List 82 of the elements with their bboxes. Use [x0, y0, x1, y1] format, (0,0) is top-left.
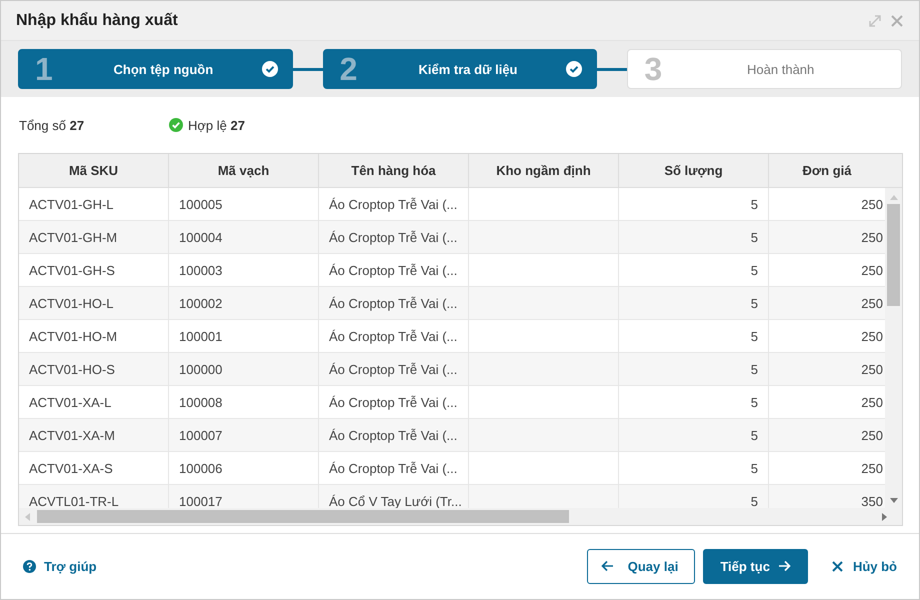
table-cell: ACTV01-XA-M	[19, 419, 169, 451]
table-cell: Áo Croptop Trễ Vai (...	[319, 386, 469, 418]
scroll-right-icon[interactable]	[882, 512, 888, 520]
table-cell: Áo Croptop Trễ Vai (...	[319, 353, 469, 385]
column-header[interactable]: Số lượng	[619, 154, 769, 187]
scroll-down-icon[interactable]	[890, 498, 898, 504]
table-cell-text: 250	[860, 394, 884, 412]
column-header[interactable]: Mã vạch	[169, 154, 319, 187]
table-cell: 100001	[169, 320, 319, 352]
back-button[interactable]: Quay lại	[586, 548, 696, 584]
table-cell: 5	[619, 353, 769, 385]
table-cell: ACTV01-HO-L	[19, 287, 169, 319]
table-cell: 100008	[169, 386, 319, 418]
table-cell: ACTV01-GH-M	[19, 221, 169, 253]
close-icon[interactable]	[891, 14, 903, 26]
table-cell: 100004	[169, 221, 319, 253]
step-number: 3	[644, 50, 664, 88]
table-cell: 5	[619, 287, 769, 319]
table-cell: 5	[619, 386, 769, 418]
table-cell: 100006	[169, 452, 319, 484]
check-icon	[566, 61, 582, 77]
scroll-left-icon[interactable]	[24, 512, 30, 520]
table-cell: Áo Croptop Trễ Vai (...	[319, 188, 469, 220]
table-cell: Áo Croptop Trễ Vai (...	[319, 254, 469, 286]
table-cell: Áo Croptop Trễ Vai (...	[319, 419, 469, 451]
table-cell: 5	[619, 452, 769, 484]
check-icon	[262, 61, 278, 77]
help-icon	[23, 560, 36, 572]
table-cell-text: 250	[860, 294, 884, 312]
table-cell-text: 250	[860, 360, 884, 378]
table-cell: ACTV01-HO-M	[19, 320, 169, 352]
horizontal-scrollbar[interactable]	[19, 508, 902, 525]
scroll-thumb[interactable]	[37, 510, 569, 523]
table-cell: 5	[619, 188, 769, 220]
cancel-button[interactable]: Hủy bỏ	[816, 548, 901, 584]
table-cell: 100007	[169, 419, 319, 451]
window-title: Nhập khẩu hàng xuất	[16, 12, 178, 30]
table-cell-text: 250	[860, 228, 884, 246]
arrow-left-icon	[600, 560, 614, 572]
table-cell: ACTV01-GH-L	[19, 188, 169, 220]
table-cell: Áo Croptop Trễ Vai (...	[319, 320, 469, 352]
valid-count: Hợp lệ 27	[188, 118, 245, 132]
table-cell: ACTV01-XA-L	[19, 386, 169, 418]
column-header[interactable]: Tên hàng hóa	[319, 154, 469, 187]
next-button[interactable]: Tiếp tục	[703, 548, 808, 584]
table-cell: ACTV01-HO-S	[19, 353, 169, 385]
table-cell: 100000	[169, 353, 319, 385]
table-cell-text: 250	[860, 196, 884, 214]
table-cell-text: 250	[860, 460, 884, 478]
table-cell: ACTV01-GH-S	[19, 254, 169, 286]
table-cell: 100005	[169, 188, 319, 220]
check-icon	[169, 118, 183, 132]
table-cell-text: 250	[860, 328, 884, 346]
scroll-up-icon[interactable]	[890, 194, 898, 200]
table-cell-text: 350	[860, 492, 884, 508]
step-number: 1	[35, 50, 54, 88]
step-label: Chọn tệp nguồn	[112, 62, 214, 76]
table-cell: 100002	[169, 287, 319, 319]
total-count: Tổng số 27	[19, 118, 86, 132]
step-label: Kiểm tra dữ liệu	[418, 62, 518, 76]
scroll-thumb[interactable]	[887, 204, 900, 306]
table-cell-text: 250	[860, 262, 884, 280]
table-cell: 100003	[169, 254, 319, 286]
table-cell: Áo Croptop Trễ Vai (...	[319, 452, 469, 484]
table-cell: Áo Croptop Trễ Vai (...	[319, 221, 469, 253]
table-cell: 5	[619, 419, 769, 451]
table-cell: 5	[619, 221, 769, 253]
arrow-right-icon	[778, 560, 791, 572]
step-label: Hoàn thành	[746, 62, 816, 76]
expand-icon[interactable]	[869, 14, 881, 26]
step-number: 2	[340, 50, 358, 88]
table-cell: 5	[619, 320, 769, 352]
help-link[interactable]: Trợ giúp	[23, 558, 97, 574]
vertical-scrollbar[interactable]	[885, 188, 902, 508]
table-cell: Áo Croptop Trễ Vai (...	[319, 287, 469, 319]
column-header[interactable]: Mã SKU	[19, 154, 169, 187]
close-icon	[832, 560, 843, 572]
column-header[interactable]: Kho ngầm định	[469, 154, 619, 187]
table-cell: 5	[619, 254, 769, 286]
table-cell: ACTV01-XA-S	[19, 452, 169, 484]
column-header[interactable]: Đơn giá	[769, 154, 885, 187]
table-cell-text: 250	[860, 426, 884, 444]
